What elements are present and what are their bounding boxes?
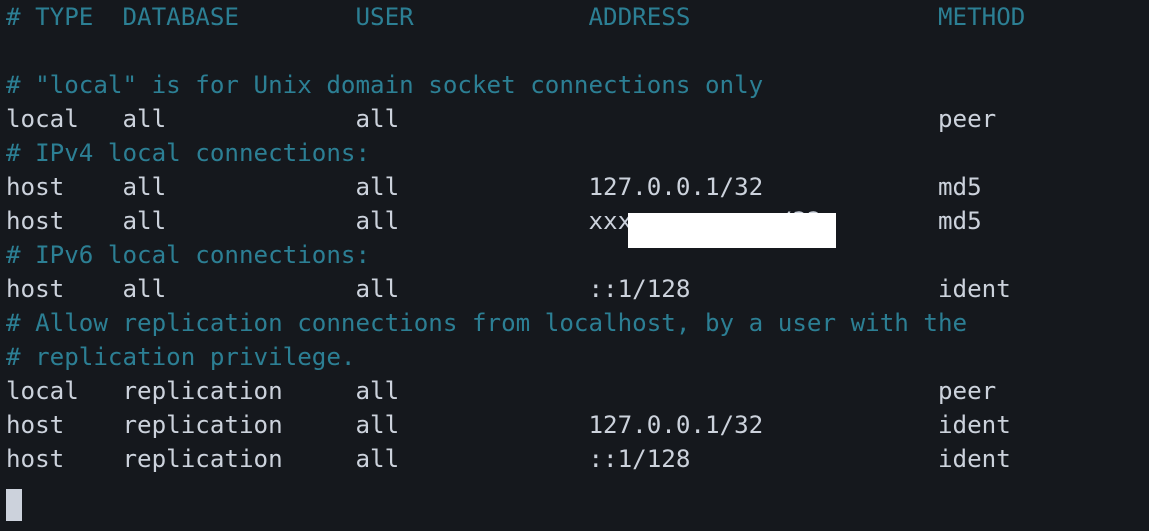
config-line-local-replication-peer: local replication all peer [6,377,997,405]
config-line-host-loopback-md5: host all all 127.0.0.1/32 md5 [6,173,982,201]
text-cursor [6,489,22,521]
config-line-ipv4-comment: # IPv4 local connections: [6,139,371,167]
terminal-text-area[interactable]: # TYPE DATABASE USER ADDRESS METHOD # "l… [0,0,1149,531]
config-line-host-replication-loopback-ident: host replication all 127.0.0.1/32 ident [6,411,1011,439]
redaction-overlay [628,213,836,248]
config-line-local-comment: # "local" is for Unix domain socket conn… [6,71,764,99]
config-line-host-ipv6-ident: host all all ::1/128 ident [6,275,1011,303]
config-line-local-all-peer: local all all peer [6,105,997,133]
config-line-replication-comment-1: # Allow replication connections from loc… [6,309,968,337]
config-line-replication-comment-2: # replication privilege. [6,343,356,371]
config-line-header-comment: # TYPE DATABASE USER ADDRESS METHOD [6,3,1026,31]
config-line-host-replication-ipv6-ident: host replication all ::1/128 ident [6,445,1011,473]
config-line-ipv6-comment: # IPv6 local connections: [6,241,371,269]
